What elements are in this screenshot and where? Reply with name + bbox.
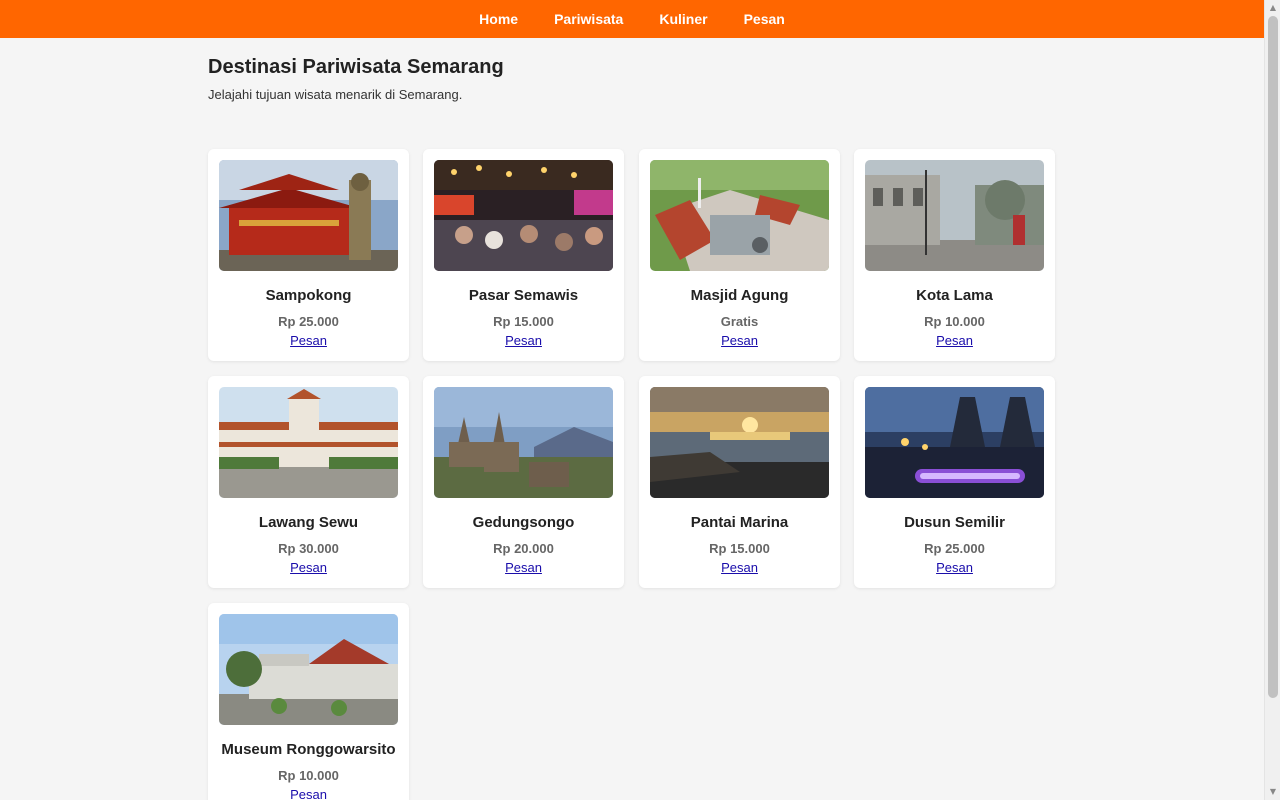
book-link[interactable]: Pesan <box>208 333 409 348</box>
destination-card: Pantai Marina Rp 15.000 Pesan <box>639 376 840 588</box>
book-link[interactable]: Pesan <box>639 333 840 348</box>
destination-price: Rp 30.000 <box>278 541 339 556</box>
vertical-scrollbar[interactable]: ▲ ▼ <box>1264 0 1280 800</box>
destination-card: Gedungsongo Rp 20.000 Pesan <box>423 376 624 588</box>
nav-pesan-link[interactable]: Pesan <box>744 11 785 27</box>
destination-price: Rp 25.000 <box>278 314 339 329</box>
destination-name: Pantai Marina <box>690 514 789 531</box>
destination-photo <box>219 160 398 271</box>
top-navbar: Home Pariwisata Kuliner Pesan <box>0 0 1264 38</box>
destination-card: Pasar Semawis Rp 15.000 Pesan <box>423 149 624 361</box>
destination-name: Sampokong <box>265 287 352 304</box>
destination-card: Masjid Agung Gratis Pesan <box>639 149 840 361</box>
book-link[interactable]: Pesan <box>423 333 624 348</box>
destination-price: Rp 10.000 <box>924 314 985 329</box>
destination-photo <box>865 160 1044 271</box>
destination-card: Lawang Sewu Rp 30.000 Pesan <box>208 376 409 588</box>
nav-pariwisata-link[interactable]: Pariwisata <box>554 11 623 27</box>
destination-card: Sampokong Rp 25.000 Pesan <box>208 149 409 361</box>
destination-photo <box>650 387 829 498</box>
book-link[interactable]: Pesan <box>854 560 1055 575</box>
destination-price: Rp 10.000 <box>278 768 339 783</box>
destination-name: Masjid Agung <box>690 287 789 304</box>
destination-card: Dusun Semilir Rp 25.000 Pesan <box>854 376 1055 588</box>
book-link[interactable]: Pesan <box>639 560 840 575</box>
destination-photo <box>434 160 613 271</box>
destination-name: Pasar Semawis <box>468 287 579 304</box>
book-link[interactable]: Pesan <box>854 333 1055 348</box>
scrollbar-thumb[interactable] <box>1268 16 1278 698</box>
book-link[interactable]: Pesan <box>208 787 409 800</box>
destination-card: Kota Lama Rp 10.000 Pesan <box>854 149 1055 361</box>
destination-price: Gratis <box>720 314 759 329</box>
book-link[interactable]: Pesan <box>423 560 624 575</box>
destination-photo <box>865 387 1044 498</box>
nav-home-link[interactable]: Home <box>479 11 518 27</box>
page-header: Destinasi Pariwisata Semarang Jelajahi t… <box>208 56 504 102</box>
destination-price: Rp 20.000 <box>493 541 554 556</box>
destination-price: Rp 25.000 <box>924 541 985 556</box>
destination-photo <box>219 387 398 498</box>
destination-name: Museum Ronggowarsito <box>221 741 396 758</box>
destination-name: Kota Lama <box>916 287 993 304</box>
destination-photo <box>219 614 398 725</box>
destination-name: Dusun Semilir <box>904 514 1005 531</box>
nav-kuliner-link[interactable]: Kuliner <box>659 11 707 27</box>
destination-price: Rp 15.000 <box>493 314 554 329</box>
scroll-down-arrow-icon[interactable]: ▼ <box>1265 785 1280 799</box>
destination-photo <box>650 160 829 271</box>
book-link[interactable]: Pesan <box>208 560 409 575</box>
destination-name: Lawang Sewu <box>258 514 359 531</box>
destination-name: Gedungsongo <box>472 514 575 531</box>
destination-card: Museum Ronggowarsito Rp 10.000 Pesan <box>208 603 409 800</box>
page-subtitle: Jelajahi tujuan wisata menarik di Semara… <box>208 87 463 102</box>
page-title: Destinasi Pariwisata Semarang <box>208 56 504 78</box>
scroll-up-arrow-icon[interactable]: ▲ <box>1265 1 1280 15</box>
destination-price: Rp 15.000 <box>709 541 770 556</box>
destination-photo <box>434 387 613 498</box>
